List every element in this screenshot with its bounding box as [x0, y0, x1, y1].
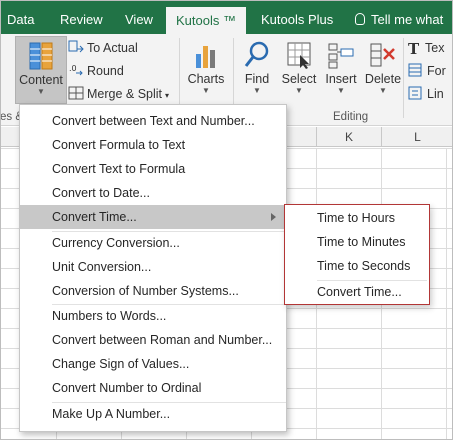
round-icon: .0	[69, 64, 83, 76]
link-icon	[408, 86, 422, 100]
group-label-editing: Editing	[333, 111, 369, 123]
submenu-item-time-to-minutes[interactable]: Time to Minutes	[285, 230, 428, 254]
tab-review[interactable]: Review	[60, 0, 103, 34]
submenu-item-time-to-seconds[interactable]: Time to Seconds	[285, 254, 428, 278]
menu-item-make-up-number[interactable]: Make Up A Number...	[20, 402, 286, 426]
menu-item-convert-time-label: Convert Time...	[52, 210, 137, 224]
tab-view[interactable]: View	[125, 0, 153, 34]
menu-item-convert-text-number[interactable]: Convert between Text and Number...	[20, 109, 286, 133]
content-icon	[29, 42, 53, 70]
merge-split-chevron-icon: ▾	[165, 91, 170, 100]
find-chevron-icon: ▼	[253, 86, 261, 95]
find-button[interactable]: Find ▼	[238, 36, 276, 104]
submenu-arrow-icon	[271, 213, 276, 221]
select-range-icon	[287, 42, 311, 69]
charts-chevron-icon: ▼	[202, 86, 210, 95]
text-button[interactable]: T Tex	[408, 38, 444, 58]
tab-data[interactable]: Data	[7, 0, 34, 34]
tab-kutools-plus[interactable]: Kutools Plus	[261, 0, 333, 34]
ribbon-tab-bar: Data Review View Kutools ™ Kutools Plus …	[0, 0, 453, 34]
delete-label: Delete	[364, 72, 402, 86]
menu-item-convert-time[interactable]: Convert Time...	[20, 205, 286, 229]
menu-item-roman-number[interactable]: Convert between Roman and Number...	[20, 328, 286, 352]
link-button[interactable]: Lin	[408, 84, 444, 104]
content-dropdown-menu: Convert between Text and Number... Conve…	[19, 104, 287, 432]
format-button[interactable]: For	[408, 61, 446, 81]
to-actual-icon	[68, 40, 84, 53]
submenu-item-convert-time[interactable]: Convert Time...	[285, 280, 428, 304]
chevron-down-icon: ▼	[37, 87, 45, 96]
bar-chart-icon	[196, 46, 215, 68]
merge-split-icon	[68, 86, 84, 100]
insert-icon	[328, 43, 354, 69]
search-icon	[244, 41, 269, 67]
submenu-item-time-to-hours[interactable]: Time to Hours	[285, 206, 428, 230]
select-label: Select	[281, 72, 317, 86]
delete-button[interactable]: Delete ▼	[364, 36, 402, 104]
column-header-k[interactable]: K	[316, 127, 381, 147]
menu-item-change-sign[interactable]: Change Sign of Values...	[20, 352, 286, 376]
insert-chevron-icon: ▼	[337, 86, 345, 95]
delete-icon	[370, 43, 395, 67]
tell-me-label: Tell me what	[371, 12, 444, 27]
menu-item-numbers-to-words[interactable]: Numbers to Words...	[20, 304, 286, 328]
find-label: Find	[244, 72, 270, 86]
menu-item-unit-conversion[interactable]: Unit Conversion...	[20, 255, 286, 279]
menu-item-text-to-formula[interactable]: Convert Text to Formula	[20, 157, 286, 181]
tell-me-search[interactable]: Tell me what	[355, 12, 443, 27]
lightbulb-icon	[355, 13, 365, 25]
svg-text:.0: .0	[69, 64, 77, 73]
link-label: Lin	[427, 87, 444, 101]
merge-split-label: Merge & Split	[87, 87, 163, 101]
menu-item-formula-to-text[interactable]: Convert Formula to Text	[20, 133, 286, 157]
menu-item-number-to-ordinal[interactable]: Convert Number to Ordinal	[20, 376, 286, 400]
insert-label: Insert	[325, 72, 357, 86]
content-label: Content	[19, 73, 63, 87]
to-actual-button[interactable]: To Actual	[68, 38, 138, 58]
column-header-l[interactable]: L	[381, 127, 453, 147]
delete-chevron-icon: ▼	[379, 86, 387, 95]
merge-split-button[interactable]: Merge & Split ▾	[68, 84, 169, 104]
insert-button[interactable]: Insert ▼	[322, 36, 360, 104]
text-label: Tex	[425, 41, 445, 55]
group-separator	[403, 38, 404, 118]
menu-item-number-systems[interactable]: Conversion of Number Systems...	[20, 279, 286, 303]
charts-button[interactable]: Charts ▼	[184, 36, 228, 104]
menu-item-convert-to-date[interactable]: Convert to Date...	[20, 181, 286, 205]
menu-item-currency-conversion[interactable]: Currency Conversion...	[20, 231, 286, 255]
format-label: For	[427, 64, 446, 78]
text-icon: T	[408, 40, 420, 58]
content-button[interactable]: Content ▼	[15, 36, 67, 104]
convert-time-submenu: Time to Hours Time to Minutes Time to Se…	[284, 204, 430, 305]
select-button[interactable]: Select ▼	[280, 36, 318, 104]
format-icon	[408, 63, 422, 77]
charts-label: Charts	[187, 72, 225, 86]
select-chevron-icon: ▼	[295, 86, 303, 95]
to-actual-label: To Actual	[87, 41, 138, 55]
tab-kutools[interactable]: Kutools ™	[166, 7, 246, 34]
round-label: Round	[87, 64, 124, 78]
round-button[interactable]: .0 Round	[68, 61, 124, 81]
